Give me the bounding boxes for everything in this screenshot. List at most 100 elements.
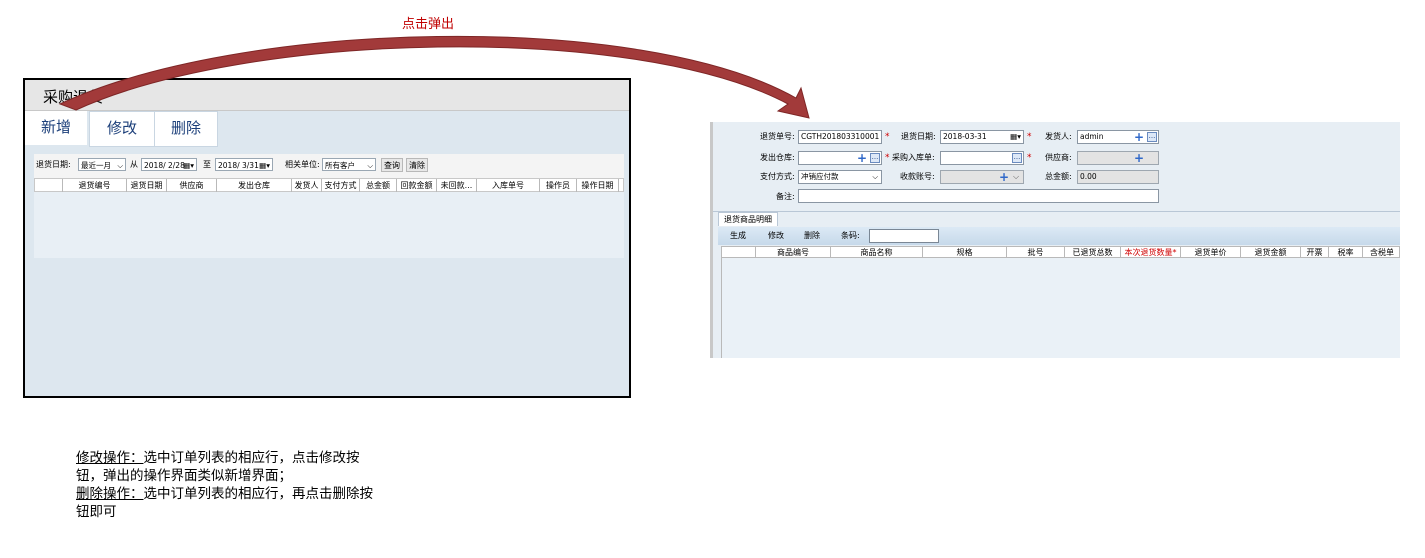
purchase-in-label: 采购入库单: <box>892 153 935 162</box>
account-label: 收款账号: <box>900 172 935 181</box>
date-range-select[interactable]: 最近一月 ⌵ <box>78 158 126 171</box>
required-mark: * <box>885 132 890 142</box>
total-field: 0.00 <box>1077 170 1159 184</box>
return-list-header: 退货编号 退货日期 供应商 发出仓库 发货人 支付方式 总金额 回款金额 未回款… <box>34 178 624 192</box>
chevron-down-icon: ⌵ <box>872 172 878 181</box>
chevron-down-icon: ⌵ <box>117 161 123 170</box>
filter-row: 退货日期: 最近一月 ⌵ 从 2018/ 2/28 ▦▾ 至 2018/ 3/31 ▦… <box>34 158 624 174</box>
add-icon[interactable]: + <box>857 152 867 164</box>
edit-op-title: 修改操作： <box>76 450 144 466</box>
column-header[interactable]: 本次退货数量* <box>1121 247 1181 258</box>
related-unit-label: 相关单位: <box>285 160 320 169</box>
to-label: 至 <box>203 160 211 169</box>
return-list-body[interactable] <box>34 192 624 258</box>
list-panel: 退货日期: 最近一月 ⌵ 从 2018/ 2/28 ▦▾ 至 2018/ 3/31 ▦… <box>34 154 624 258</box>
column-header[interactable]: 总金额 <box>360 179 397 192</box>
required-mark: * <box>885 153 890 163</box>
purchase-return-window: 采购退货 新增 修改 删除 退货日期: 最近一月 ⌵ 从 2018/ 2/28 ▦▾… <box>23 78 631 398</box>
from-label: 从 <box>130 160 138 169</box>
supplier-label: 供应商: <box>1045 153 1072 162</box>
remark-label: 备注: <box>776 192 795 201</box>
delete-op-title: 删除操作： <box>76 486 144 502</box>
delete-op-text: 选中订单列表的相应行，再点击删除按 <box>143 486 374 502</box>
payment-select[interactable]: 冲销应付款 ⌵ <box>798 170 882 184</box>
required-mark: * <box>1027 132 1032 142</box>
row-indicator-header <box>722 247 756 258</box>
required-mark: * <box>1027 153 1032 163</box>
column-header[interactable]: 批号 <box>1007 247 1065 258</box>
column-header[interactable]: 规格 <box>923 247 1007 258</box>
remark-field[interactable] <box>798 189 1159 203</box>
return-no-field[interactable]: CGTH201803310001 <box>798 130 882 144</box>
column-header[interactable]: 商品编号 <box>756 247 831 258</box>
return-date-label: 退货日期: <box>36 160 71 169</box>
operation-note: 修改操作：选中订单列表的相应行，点击修改按 钮，弹出的操作界面类似新增界面； 删… <box>76 449 416 521</box>
barcode-label: 条码: <box>841 231 860 240</box>
clear-button[interactable]: 清除 <box>406 158 428 172</box>
warehouse-label: 发出仓库: <box>760 153 795 162</box>
chevron-down-icon[interactable]: ⌵ <box>1013 171 1019 183</box>
column-header[interactable]: 含税单 <box>1363 247 1401 258</box>
return-date-label: 退货日期: <box>901 132 936 141</box>
column-header[interactable]: 退货金额 <box>1241 247 1301 258</box>
return-items-body[interactable] <box>721 258 1400 358</box>
column-header[interactable]: 回款金额 <box>397 179 437 192</box>
window-title: 采购退货 <box>25 80 629 111</box>
divider <box>713 211 1400 212</box>
edit-op-text-cont: 钮，弹出的操作界面类似新增界面； <box>76 468 292 484</box>
end-date-picker[interactable]: 2018/ 3/31 ▦▾ <box>215 158 273 171</box>
account-select[interactable] <box>940 170 1024 184</box>
tab-return-items[interactable]: 退货商品明细 <box>718 212 778 226</box>
chevron-down-icon: ⌵ <box>367 161 373 170</box>
column-header[interactable]: 发货人 <box>292 179 322 192</box>
generate-button[interactable]: 生成 <box>730 230 746 242</box>
column-header[interactable]: 操作员 <box>540 179 577 192</box>
dialog-border <box>710 122 713 358</box>
calendar-icon: ▦▾ <box>259 161 270 170</box>
related-unit-select[interactable]: 所有客户 ⌵ <box>322 158 376 171</box>
edit-button[interactable]: 修改 <box>89 111 155 147</box>
column-header[interactable]: 退货编号 <box>63 179 127 192</box>
total-label: 总金额: <box>1045 172 1072 181</box>
return-no-label: 退货单号: <box>760 132 795 141</box>
delete-item-button[interactable]: 删除 <box>804 230 820 242</box>
add-icon[interactable]: + <box>999 171 1009 183</box>
edit-op-text: 选中订单列表的相应行，点击修改按 <box>143 450 360 466</box>
column-header[interactable]: 操作日期 <box>577 179 619 192</box>
more-icon[interactable]: ... <box>870 153 880 163</box>
row-indicator-header <box>35 179 63 192</box>
payment-label: 支付方式: <box>760 172 795 181</box>
add-icon[interactable]: + <box>1134 152 1144 164</box>
start-date-picker[interactable]: 2018/ 2/28 ▦▾ <box>141 158 197 171</box>
query-button[interactable]: 查询 <box>381 158 403 172</box>
shipper-label: 发货人: <box>1045 132 1072 141</box>
detail-toolbar: 生成 修改 删除 条码: <box>718 227 1400 245</box>
add-icon[interactable]: + <box>1134 131 1144 143</box>
column-header[interactable]: 支付方式 <box>322 179 360 192</box>
calendar-icon: ▦▾ <box>183 161 194 170</box>
column-header[interactable]: 退货单价 <box>1181 247 1241 258</box>
supplier-field[interactable] <box>1077 151 1159 165</box>
column-header[interactable]: 开票 <box>1301 247 1329 258</box>
more-icon[interactable]: ... <box>1147 132 1157 142</box>
calendar-icon: ▦▾ <box>1010 132 1021 141</box>
delete-button[interactable]: 删除 <box>154 111 218 147</box>
new-return-dialog: 退货单号: CGTH201803310001 * 退货日期: 2018-03-3… <box>710 122 1400 358</box>
action-tabbar: 新增 修改 删除 <box>25 111 629 147</box>
return-items-header: 商品编号 商品名称 规格 批号 已退货总数 本次退货数量* 退货单价 退货金额 … <box>721 246 1400 258</box>
column-header[interactable]: 供应商 <box>167 179 217 192</box>
barcode-input[interactable] <box>869 229 939 243</box>
column-header[interactable]: 发出仓库 <box>217 179 292 192</box>
more-icon[interactable]: ... <box>1012 153 1022 163</box>
return-date-picker[interactable]: 2018-03-31 ▦▾ <box>940 130 1024 144</box>
column-header[interactable]: 已退货总数 <box>1065 247 1121 258</box>
add-button[interactable]: 新增 <box>25 111 87 145</box>
column-header[interactable]: 入库单号 <box>477 179 540 192</box>
column-header[interactable]: 未回款... <box>437 179 477 192</box>
delete-op-text-cont: 钮即可 <box>76 504 117 520</box>
popup-annotation-label: 点击弹出 <box>402 17 455 32</box>
edit-item-button[interactable]: 修改 <box>768 230 784 242</box>
column-header[interactable]: 退货日期 <box>127 179 167 192</box>
column-header[interactable]: 商品名称 <box>831 247 923 258</box>
column-header[interactable]: 税率 <box>1329 247 1363 258</box>
